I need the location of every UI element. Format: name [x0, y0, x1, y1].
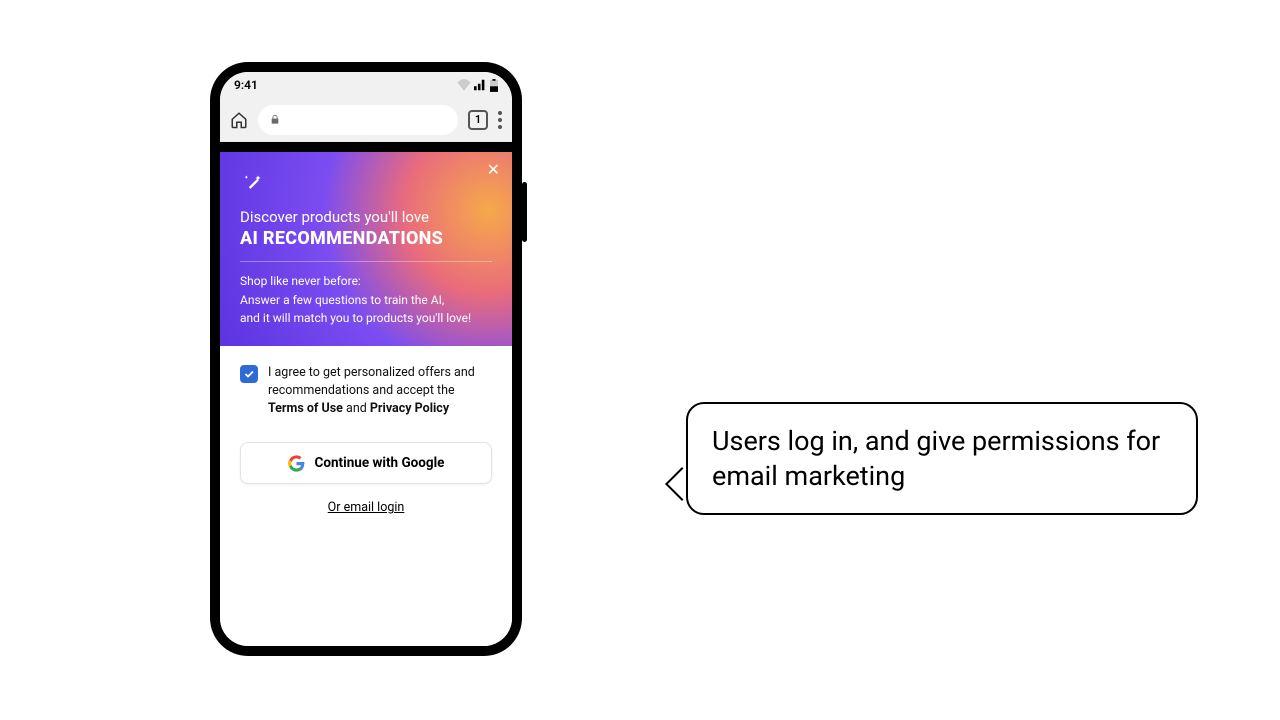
url-bar[interactable] [258, 105, 458, 135]
phone-frame: 9:41 1 ✕ Discover products you'll love [210, 62, 522, 656]
cellular-icon [474, 79, 487, 91]
status-bar: 9:41 [220, 72, 512, 98]
wand-icon [240, 170, 266, 196]
menu-icon[interactable] [498, 111, 502, 129]
continue-google-button[interactable]: Continue with Google [240, 442, 492, 484]
hero-body-line: Answer a few questions to train the AI, [240, 291, 492, 310]
content-area: I agree to get personalized offers and r… [220, 346, 512, 646]
hero-body-line: and it will match you to products you'll… [240, 309, 492, 328]
consent-text: I agree to get personalized offers and r… [268, 364, 492, 418]
close-icon[interactable]: ✕ [487, 162, 500, 178]
status-icons [457, 79, 498, 92]
consent-pre: I agree to get personalized offers and r… [268, 365, 475, 398]
hero-divider [240, 261, 492, 262]
annotation-callout: Users log in, and give permissions for e… [686, 402, 1198, 515]
hero-body: Shop like never before: Answer a few que… [240, 272, 492, 328]
wifi-icon [457, 79, 471, 91]
divider-strip [220, 142, 512, 152]
tab-count[interactable]: 1 [468, 110, 488, 130]
hero-subheading: Discover products you'll love [240, 208, 492, 226]
email-login-link[interactable]: Or email login [240, 500, 492, 515]
google-icon [288, 455, 305, 472]
browser-bar: 1 [220, 98, 512, 142]
google-button-label: Continue with Google [315, 455, 445, 471]
hero-panel: ✕ Discover products you'll love AI RECOM… [220, 152, 512, 346]
hero-title: AI RECOMMENDATIONS [240, 228, 492, 249]
consent-and: and [343, 401, 370, 416]
phone-screen: 9:41 1 ✕ Discover products you'll love [220, 72, 512, 646]
terms-link[interactable]: Terms of Use [268, 401, 343, 416]
status-time: 9:41 [234, 78, 258, 92]
consent-checkbox[interactable] [240, 365, 258, 383]
phone-side-button [522, 182, 527, 242]
check-icon [243, 368, 255, 380]
hero-body-line: Shop like never before: [240, 272, 492, 291]
lock-icon [270, 114, 280, 125]
battery-icon [490, 79, 498, 92]
consent-row: I agree to get personalized offers and r… [240, 364, 492, 418]
home-icon[interactable] [230, 111, 248, 129]
privacy-link[interactable]: Privacy Policy [370, 401, 449, 416]
annotation-text: Users log in, and give permissions for e… [712, 425, 1160, 492]
